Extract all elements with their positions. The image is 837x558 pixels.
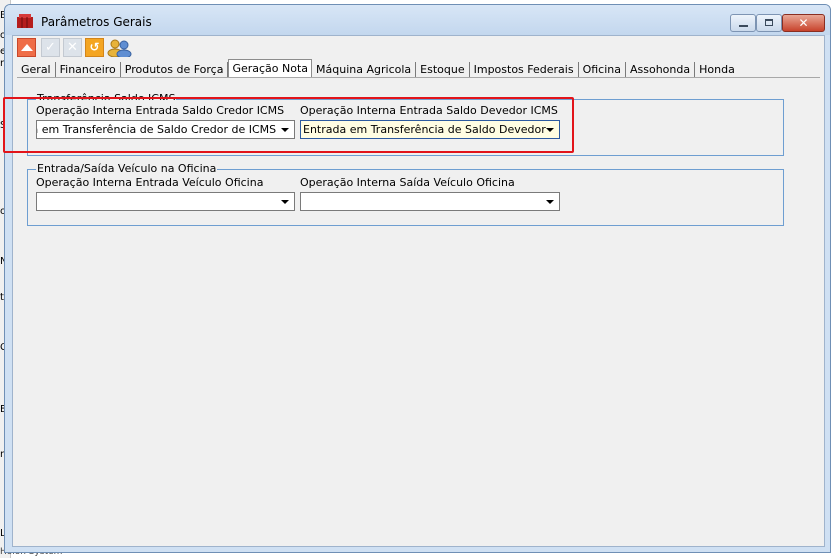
confirm-button[interactable]: ✓ xyxy=(41,38,60,57)
dropdown-arrow-icon xyxy=(546,200,554,204)
field-label-saida-veiculo: Operação Interna Saída Veículo Oficina xyxy=(300,176,515,189)
tab-impostos-federais[interactable]: Impostos Federais xyxy=(470,62,579,77)
group-title: Entrada/Saída Veículo na Oficina xyxy=(36,162,218,175)
tab-maquina-agricola[interactable]: Máquina Agricola xyxy=(312,62,417,77)
collapse-up-button[interactable] xyxy=(17,38,36,57)
tab-oficina[interactable]: Oficina xyxy=(579,62,626,77)
tab-honda[interactable]: Honda xyxy=(695,62,739,77)
tab-geracao-nota[interactable]: Geração Nota xyxy=(228,59,313,77)
maximize-icon xyxy=(765,19,773,26)
close-icon: ✕ xyxy=(798,16,809,30)
field-label-entrada-veiculo: Operação Interna Entrada Veículo Oficina xyxy=(36,176,264,189)
close-button[interactable]: ✕ xyxy=(782,14,825,32)
group-entrada-saida-veiculo-oficina: Entrada/Saída Veículo na Oficina Operaçã… xyxy=(27,163,784,226)
tab-strip: Geral Financeiro Produtos de Força Geraç… xyxy=(17,59,739,77)
parametros-gerais-window: Parâmetros Gerais ✕ ✓ ✕ ↺ Geral Financei… xyxy=(4,4,831,553)
cancel-icon: ✕ xyxy=(67,40,78,55)
users-icon xyxy=(107,39,132,59)
minimize-button[interactable] xyxy=(730,14,756,32)
dropdown-arrow-icon xyxy=(281,200,289,204)
refresh-button[interactable]: ↺ xyxy=(85,38,104,57)
tab-assohonda[interactable]: Assohonda xyxy=(626,62,696,77)
check-icon: ✓ xyxy=(45,40,56,55)
minimize-icon xyxy=(739,25,748,27)
saida-veiculo-combo[interactable] xyxy=(300,192,560,211)
refresh-icon: ↺ xyxy=(89,40,100,54)
cancel-button[interactable]: ✕ xyxy=(63,38,82,57)
title-bar[interactable]: Parâmetros Gerais ✕ xyxy=(5,5,830,35)
tab-estoque[interactable]: Estoque xyxy=(416,62,470,77)
tab-produtos-de-forca[interactable]: Produtos de Força xyxy=(121,62,229,77)
users-button[interactable] xyxy=(107,38,133,59)
application-icon xyxy=(17,14,33,28)
tab-financeiro[interactable]: Financeiro xyxy=(56,62,121,77)
tab-geral[interactable]: Geral xyxy=(17,62,56,77)
maximize-button[interactable] xyxy=(756,14,782,32)
window-title: Parâmetros Gerais xyxy=(41,15,152,29)
highlight-annotation-box xyxy=(3,97,574,153)
arrow-up-icon xyxy=(21,44,33,51)
entrada-veiculo-combo[interactable] xyxy=(36,192,295,211)
